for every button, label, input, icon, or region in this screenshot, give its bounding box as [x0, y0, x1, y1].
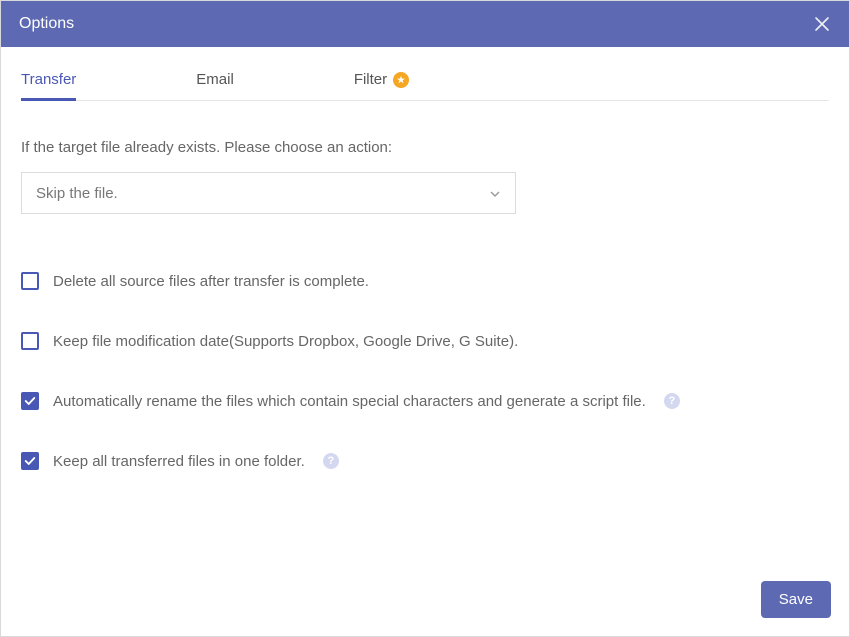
titlebar: Options [1, 1, 849, 47]
checkbox-label: Keep all transferred files in one folder… [53, 453, 305, 470]
dialog-content: Transfer Email Filter If the target file… [1, 47, 849, 636]
options-dialog: Options Transfer Email Filter If the tar… [0, 0, 850, 637]
dialog-footer: Save [761, 581, 831, 618]
help-icon[interactable]: ? [664, 393, 680, 409]
checkbox-label: Keep file modification date(Supports Dro… [53, 333, 518, 350]
check-delete-source: Delete all source files after transfer i… [21, 272, 829, 290]
check-keep-one-folder: Keep all transferred files in one folder… [21, 452, 829, 470]
exists-prompt: If the target file already exists. Pleas… [21, 139, 829, 156]
select-value: Skip the file. [36, 185, 118, 202]
checkbox-label: Delete all source files after transfer i… [53, 273, 369, 290]
star-badge-icon [393, 72, 409, 88]
help-icon[interactable]: ? [323, 453, 339, 469]
dialog-title: Options [19, 15, 74, 33]
tab-email[interactable]: Email [196, 61, 234, 100]
checkbox-list: Delete all source files after transfer i… [21, 272, 829, 470]
save-button[interactable]: Save [761, 581, 831, 618]
checkbox[interactable] [21, 272, 39, 290]
tabs: Transfer Email Filter [21, 61, 829, 101]
form-area: If the target file already exists. Pleas… [21, 101, 829, 512]
close-icon[interactable] [813, 15, 831, 33]
checkbox-label: Automatically rename the files which con… [53, 393, 646, 410]
tab-transfer[interactable]: Transfer [21, 61, 76, 100]
tab-label: Email [196, 71, 234, 88]
chevron-down-icon [489, 187, 501, 199]
checkbox[interactable] [21, 332, 39, 350]
check-auto-rename: Automatically rename the files which con… [21, 392, 829, 410]
tab-label: Filter [354, 71, 387, 88]
checkbox[interactable] [21, 392, 39, 410]
checkbox[interactable] [21, 452, 39, 470]
tab-filter[interactable]: Filter [354, 61, 409, 100]
exists-action-select[interactable]: Skip the file. [21, 172, 516, 214]
check-keep-moddate: Keep file modification date(Supports Dro… [21, 332, 829, 350]
tab-label: Transfer [21, 71, 76, 88]
